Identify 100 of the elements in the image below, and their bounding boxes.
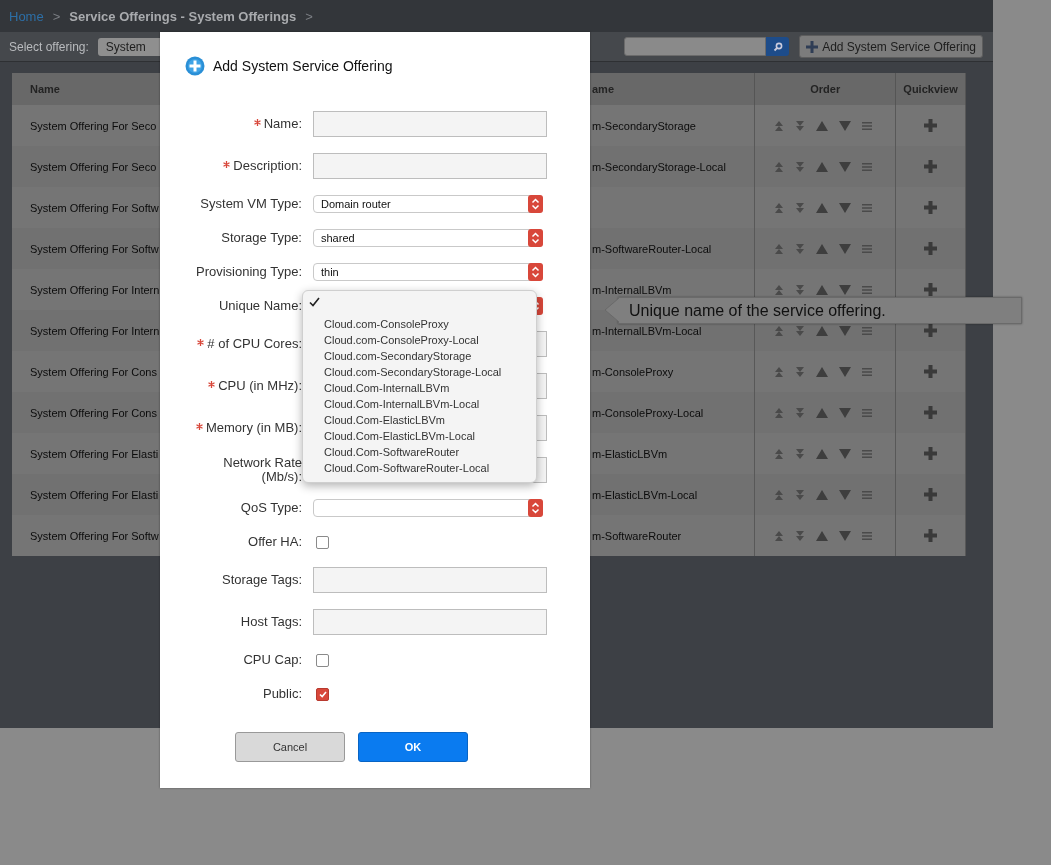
dropdown-option[interactable]: Cloud.Com-InternalLBVm-Local <box>303 396 536 412</box>
up-triangle-icon[interactable] <box>816 530 829 541</box>
menu-icon[interactable] <box>862 202 873 213</box>
double-up-arrow-icon[interactable] <box>774 284 785 295</box>
input-field[interactable] <box>313 111 547 137</box>
down-triangle-icon[interactable] <box>839 530 852 541</box>
up-triangle-icon[interactable] <box>816 284 829 295</box>
dropdown-option[interactable]: Cloud.com-SecondaryStorage <box>303 348 536 364</box>
plus-icon[interactable] <box>924 160 938 173</box>
menu-icon[interactable] <box>862 243 873 254</box>
checkbox[interactable] <box>316 653 329 667</box>
ok-button[interactable]: OK <box>358 732 468 762</box>
dropdown-option[interactable]: Cloud.Com-SoftwareRouter <box>303 444 536 460</box>
double-down-arrow-icon[interactable] <box>795 120 806 131</box>
down-triangle-icon[interactable] <box>839 243 852 254</box>
plus-icon[interactable] <box>924 365 938 378</box>
select-field[interactable]: Domain router <box>313 195 543 213</box>
down-triangle-icon[interactable] <box>839 448 852 459</box>
dropdown-option[interactable]: Cloud.com-ConsoleProxy <box>303 316 536 332</box>
up-triangle-icon[interactable] <box>816 448 829 459</box>
menu-icon[interactable] <box>862 325 873 336</box>
plus-icon[interactable] <box>924 119 938 132</box>
down-triangle-icon[interactable] <box>839 366 852 377</box>
double-up-arrow-icon[interactable] <box>774 407 785 418</box>
dropdown-option[interactable]: Cloud.Com-SoftwareRouter-Local <box>303 460 536 476</box>
add-offering-button[interactable]: Add System Service Offering <box>799 35 983 58</box>
down-triangle-icon[interactable] <box>839 120 852 131</box>
double-up-arrow-icon[interactable] <box>774 120 785 131</box>
double-up-arrow-icon[interactable] <box>774 489 785 500</box>
cancel-button[interactable]: Cancel <box>235 732 345 762</box>
double-down-arrow-icon[interactable] <box>795 407 806 418</box>
search-field[interactable] <box>624 37 767 56</box>
checkbox[interactable] <box>316 687 329 701</box>
plus-icon[interactable] <box>924 529 938 542</box>
double-down-arrow-icon[interactable] <box>795 243 806 254</box>
menu-icon[interactable] <box>862 407 873 418</box>
double-down-arrow-icon[interactable] <box>795 366 806 377</box>
add-icon <box>185 55 205 76</box>
double-down-arrow-icon[interactable] <box>795 530 806 541</box>
menu-icon[interactable] <box>862 284 873 295</box>
dropdown-option[interactable]: Cloud.Com-ElasticLBVm <box>303 412 536 428</box>
field-label: Storage Type: <box>221 231 302 245</box>
menu-icon[interactable] <box>862 489 873 500</box>
field-label: # of CPU Cores: <box>207 337 302 351</box>
double-up-arrow-icon[interactable] <box>774 366 785 377</box>
plus-icon[interactable] <box>924 406 938 419</box>
down-triangle-icon[interactable] <box>839 161 852 172</box>
field-label: Host Tags: <box>240 615 302 629</box>
down-triangle-icon[interactable] <box>839 202 852 213</box>
up-triangle-icon[interactable] <box>816 202 829 213</box>
up-triangle-icon[interactable] <box>816 325 829 336</box>
dropdown-option[interactable]: Cloud.com-SecondaryStorage-Local <box>303 364 536 380</box>
double-up-arrow-icon[interactable] <box>774 530 785 541</box>
field-label: Public: <box>262 687 302 701</box>
double-down-arrow-icon[interactable] <box>795 161 806 172</box>
dropdown-option[interactable]: Cloud.com-ConsoleProxy-Local <box>303 332 536 348</box>
menu-icon[interactable] <box>862 448 873 459</box>
up-triangle-icon[interactable] <box>816 489 829 500</box>
down-triangle-icon[interactable] <box>839 489 852 500</box>
breadcrumb-item[interactable]: Service Offerings - System Offerings <box>69 8 297 24</box>
search-button[interactable] <box>766 37 790 56</box>
double-down-arrow-icon[interactable] <box>795 202 806 213</box>
input-field[interactable] <box>313 567 547 593</box>
plus-icon[interactable] <box>924 283 938 296</box>
menu-icon[interactable] <box>862 366 873 377</box>
up-triangle-icon[interactable] <box>816 120 829 131</box>
select-field[interactable] <box>313 499 543 517</box>
tooltip-text: Unique name of the service offering. <box>629 301 886 320</box>
up-triangle-icon[interactable] <box>816 366 829 377</box>
down-triangle-icon[interactable] <box>839 284 852 295</box>
plus-icon[interactable] <box>924 447 938 460</box>
stepper-icon <box>528 499 543 517</box>
plus-icon[interactable] <box>924 324 938 337</box>
field-label: QoS Type: <box>240 501 302 515</box>
plus-icon[interactable] <box>924 242 938 255</box>
plus-icon[interactable] <box>924 201 938 214</box>
double-up-arrow-icon[interactable] <box>774 325 785 336</box>
double-down-arrow-icon[interactable] <box>795 489 806 500</box>
double-up-arrow-icon[interactable] <box>774 202 785 213</box>
menu-icon[interactable] <box>862 530 873 541</box>
double-down-arrow-icon[interactable] <box>795 325 806 336</box>
double-up-arrow-icon[interactable] <box>774 161 785 172</box>
plus-icon[interactable] <box>924 488 938 501</box>
double-up-arrow-icon[interactable] <box>774 448 785 459</box>
up-triangle-icon[interactable] <box>816 243 829 254</box>
field-label: Unique Name: <box>218 299 302 313</box>
down-triangle-icon[interactable] <box>839 325 852 336</box>
select-field[interactable]: thin <box>313 263 543 281</box>
double-down-arrow-icon[interactable] <box>795 284 806 295</box>
input-field[interactable] <box>313 609 547 635</box>
up-triangle-icon[interactable] <box>816 161 829 172</box>
select-field[interactable]: shared <box>313 229 543 247</box>
input-field[interactable] <box>313 153 547 179</box>
checkbox[interactable] <box>316 535 329 549</box>
down-triangle-icon[interactable] <box>839 407 852 418</box>
menu-icon[interactable] <box>862 161 873 172</box>
double-down-arrow-icon[interactable] <box>795 448 806 459</box>
double-up-arrow-icon[interactable] <box>774 243 785 254</box>
menu-icon[interactable] <box>862 120 873 131</box>
up-triangle-icon[interactable] <box>816 407 829 418</box>
